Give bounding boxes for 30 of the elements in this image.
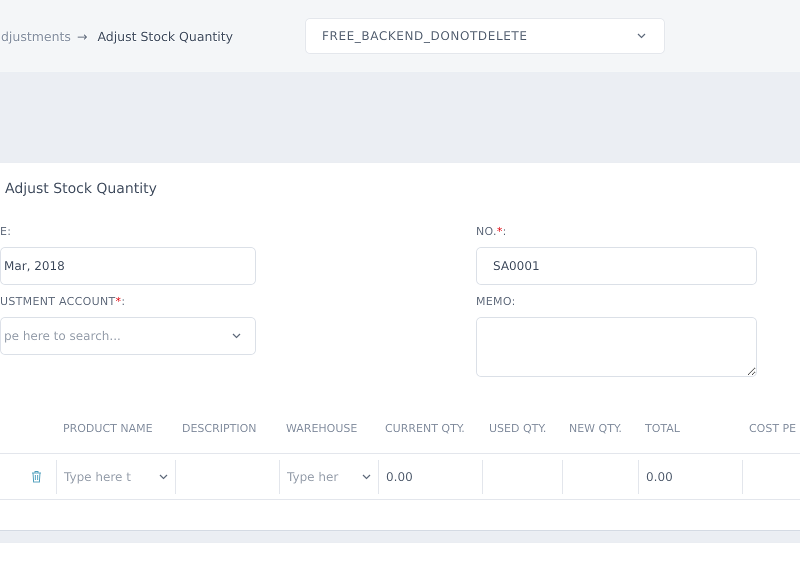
field-label: E:: [0, 225, 12, 239]
company-select[interactable]: FREE_BACKEND_DONOTDELETE: [305, 18, 665, 54]
field-label: MEMO:: [476, 295, 517, 309]
column-header: DESCRIPTION: [181, 422, 258, 434]
column-header: TOTAL: [644, 422, 681, 434]
breadcrumb-current: Adjust Stock Quantity: [97, 28, 234, 44]
trash-icon[interactable]: [31, 470, 42, 483]
text-field[interactable]: Mar, 2018: [0, 247, 256, 285]
warehouse-select[interactable]: Type her: [279, 460, 378, 494]
table-cell: 0.00: [638, 460, 742, 494]
column-header: NEW QTY.: [568, 422, 623, 434]
product-select[interactable]: Type here t: [56, 460, 175, 494]
chevron-down-icon: [362, 474, 371, 480]
memo-field[interactable]: [476, 317, 757, 377]
field-label: NO.*:: [476, 225, 508, 239]
chevron-down-icon: [159, 474, 168, 480]
select-field[interactable]: pe here to search...: [0, 317, 256, 355]
form-title: Adjust Stock Quantity: [4, 181, 158, 199]
column-header: COST PE: [748, 422, 798, 434]
chevron-down-icon: [637, 33, 646, 39]
field-label: USTMENT ACCOUNT*:: [0, 295, 126, 309]
column-header: WAREHOUSE: [285, 422, 358, 434]
breadcrumb-arrow: →: [76, 28, 88, 44]
column-header: CURRENT QTY.: [384, 422, 466, 434]
column-header: USED QTY.: [488, 422, 548, 434]
text-field[interactable]: SA0001: [476, 247, 757, 285]
breadcrumb-link[interactable]: djustments: [1, 28, 71, 44]
chevron-down-icon: [232, 333, 241, 339]
table-cell: 0.00: [378, 460, 482, 494]
column-header: PRODUCT NAME: [62, 422, 154, 434]
